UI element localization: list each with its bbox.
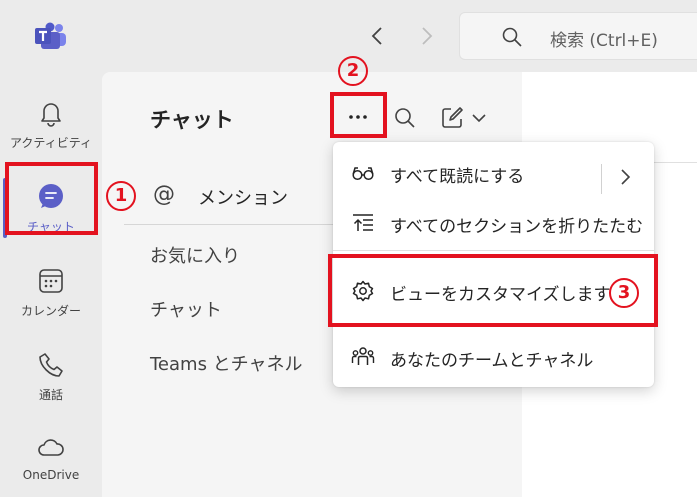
forward-arrow-icon[interactable] — [414, 24, 438, 48]
people-icon — [351, 345, 375, 369]
step-2-badge: 2 — [338, 56, 368, 86]
highlight-more-button — [330, 92, 387, 138]
highlight-chat-tab — [5, 162, 98, 235]
mention-icon: @ — [153, 182, 175, 207]
rail-item-label: カレンダー — [20, 304, 81, 318]
glasses-icon — [351, 161, 375, 185]
step-3-badge: 3 — [609, 278, 639, 308]
teams-logo-icon — [34, 22, 68, 52]
cloud-icon — [36, 432, 66, 462]
app-rail: アクティビティ チャット カレンダー 通話 OneDrive — [0, 72, 102, 497]
rail-item-calls[interactable]: 通話 — [0, 336, 102, 420]
menu-separator — [333, 250, 654, 251]
bell-icon — [36, 98, 66, 128]
menu-item-collapse-all[interactable]: すべてのセクションを折りたたむ — [333, 198, 654, 248]
search-input[interactable]: 検索 (Ctrl+E) — [459, 12, 697, 60]
rail-item-label: OneDrive — [22, 468, 80, 482]
new-chat-icon[interactable] — [439, 105, 465, 131]
menu-item-label: あなたのチームとチャネル — [390, 351, 594, 371]
rail-item-calendar[interactable]: カレンダー — [0, 252, 102, 336]
list-item-chats[interactable]: チャット — [150, 296, 222, 322]
chevron-down-icon[interactable] — [470, 109, 488, 127]
search-placeholder: 検索 (Ctrl+E) — [550, 31, 658, 51]
collapse-icon — [351, 211, 375, 235]
page-title: チャット — [150, 108, 234, 132]
phone-icon — [36, 350, 66, 380]
rail-item-label: アクティビティ — [10, 136, 92, 150]
divider — [601, 164, 602, 194]
back-arrow-icon[interactable] — [366, 24, 390, 48]
calendar-icon — [36, 266, 66, 296]
menu-item-label: すべてのセクションを折りたたむ — [390, 217, 644, 237]
rail-item-onedrive[interactable]: OneDrive — [0, 418, 102, 497]
search-icon — [500, 25, 524, 49]
list-item-mentions[interactable]: メンション — [198, 184, 288, 210]
list-item-favorites[interactable]: お気に入り — [150, 242, 240, 268]
rail-item-label: 通話 — [38, 388, 63, 402]
menu-item-your-teams[interactable]: あなたのチームとチャネル — [333, 332, 654, 382]
step-1-badge: 1 — [106, 181, 136, 211]
list-item-teams-channels[interactable]: Teams とチャネル — [150, 350, 303, 376]
menu-item-label: すべて既読にする — [390, 167, 525, 187]
chevron-right-icon[interactable] — [615, 167, 635, 187]
menu-item-mark-all-read[interactable]: すべて既読にする — [333, 148, 654, 198]
rail-item-activity[interactable]: アクティビティ — [0, 84, 102, 168]
search-icon[interactable] — [392, 105, 418, 131]
